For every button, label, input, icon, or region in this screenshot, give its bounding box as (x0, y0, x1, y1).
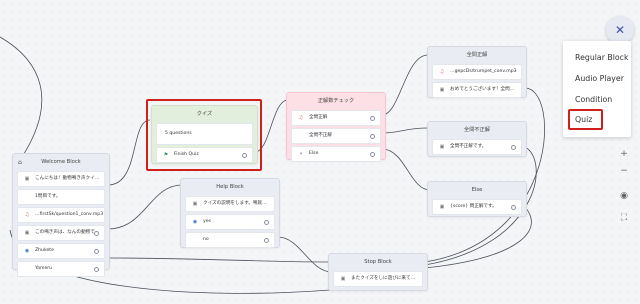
music-note-icon: ♫ (298, 115, 304, 121)
edge-allcorrect-stop (424, 87, 546, 263)
all-correct-row-audio[interactable]: ♫ …gepcDs/trumpet_conv.mp3 (432, 64, 522, 80)
condition-row-all-correct[interactable]: ♫ 全問正解 (291, 110, 381, 126)
all-correct-row-message[interactable]: ▣ おめでとうございます！全問… (432, 82, 522, 98)
view-button[interactable]: ◉ (617, 189, 631, 203)
chat-icon: ▣ (24, 230, 30, 236)
edge-left-in (0, 36, 43, 161)
user-icon: ◉ (24, 248, 30, 254)
edge-cond-allcorrect (381, 54, 429, 116)
welcome-row-text[interactable]: 1問目です。 (17, 189, 105, 205)
edge-cond-allwrong (381, 127, 429, 134)
music-note-icon: ♫ (439, 69, 445, 75)
output-port[interactable] (511, 145, 516, 150)
edge-cond-else (381, 148, 431, 191)
output-port[interactable] (511, 205, 516, 210)
welcome-row-message[interactable]: ▣ こんにちは！動物鳴き声クイ… (17, 171, 105, 187)
help-row-no[interactable]: no (185, 232, 275, 248)
condition-block-title: 正解数チェック (317, 98, 355, 104)
fit-screen-button[interactable]: ⛶ (617, 211, 631, 225)
close-button[interactable]: ✕ (606, 16, 634, 44)
home-icon: ⌂ (18, 159, 22, 166)
help-row-yes[interactable]: ◉ yes (185, 214, 275, 230)
help-row-message[interactable]: ▣ クイズの説明をします。鳴就… (185, 196, 275, 212)
all-wrong-row-message[interactable]: ▣ 全問不正解です。 (432, 139, 522, 155)
edge-welcome-help-1 (107, 184, 183, 230)
user-icon: ◉ (192, 219, 198, 225)
help-block[interactable]: Help Block ▣ クイズの説明をします。鳴就… ◉ yes no (180, 178, 280, 248)
chat-icon: ▣ (439, 144, 445, 150)
welcome-row-choice-1[interactable]: ◉ Zhukete (17, 243, 105, 259)
chat-icon: ▣ (192, 201, 198, 207)
eye-icon: ◉ (620, 191, 628, 201)
output-port[interactable] (370, 116, 375, 121)
output-port[interactable] (370, 152, 375, 157)
menu-item-condition[interactable]: Condition (575, 95, 612, 104)
all-correct-block[interactable]: 全問正解 ♫ …gepcDs/trumpet_conv.mp3 ▣ おめでとうござい… (427, 46, 527, 98)
else-block[interactable]: Else ▣ {score} 問正解です。 (427, 181, 527, 217)
minus-icon: − (620, 166, 628, 176)
welcome-row-question[interactable]: ▣ この鳴き声は、なんの動物で… (17, 225, 105, 241)
edge-welcome-stop (107, 257, 331, 263)
edge-welcome-quiz (107, 119, 151, 186)
fit-screen-icon: ⛶ (620, 213, 628, 223)
output-port[interactable] (370, 134, 375, 139)
plus-icon: + (620, 149, 628, 159)
edge-help-stop (277, 236, 333, 273)
menu-item-quiz-highlight (568, 109, 603, 130)
condition-row-else[interactable]: ⑂ Else (291, 146, 381, 162)
all-correct-block-title: 全問正解 (466, 52, 488, 58)
all-wrong-block[interactable]: 全問不正解 ▣ 全問不正解です。 (427, 121, 527, 157)
output-port[interactable] (264, 220, 269, 225)
else-block-title: Else (471, 187, 483, 193)
all-wrong-block-title: 全問不正解 (464, 127, 490, 133)
else-row-message[interactable]: ▣ {score} 問正解です。 (432, 199, 522, 215)
block-type-menu: Regular Block Audio Player Condition Qui… (563, 41, 631, 137)
welcome-row-choice-2[interactable]: Yameru (17, 261, 105, 277)
stop-block-title: Stop Block (364, 259, 392, 265)
stop-block[interactable]: Stop Block ▣ またクイズをしに遊びに来て… (328, 253, 428, 291)
menu-item-audio-player[interactable]: Audio Player (575, 74, 624, 83)
close-icon: ✕ (614, 23, 626, 37)
menu-item-regular-block[interactable]: Regular Block (575, 53, 628, 62)
help-block-title: Help Block (216, 184, 244, 190)
chat-icon: ▣ (439, 87, 445, 93)
welcome-block-title: ⌂ Welcome Block (13, 154, 109, 171)
chat-icon: ▣ (439, 204, 445, 210)
condition-block[interactable]: 正解数チェック ♫ 全問正解 全問不正解 ⑂ Else (286, 92, 386, 162)
output-port[interactable] (94, 231, 99, 236)
music-note-icon: ♫ (24, 212, 30, 218)
quiz-block-highlight (146, 99, 262, 171)
output-port[interactable] (94, 267, 99, 272)
welcome-row-audio[interactable]: ♫ …firstSk/question1_conv.mp3 (17, 207, 105, 223)
output-port[interactable] (94, 249, 99, 254)
stop-row-message[interactable]: ▣ またクイズをしに遊びに来て… (333, 271, 423, 287)
chat-icon: ▣ (340, 276, 346, 282)
zoom-in-button[interactable]: + (617, 147, 631, 161)
branch-icon: ⑂ (299, 151, 303, 157)
condition-row-all-wrong[interactable]: 全問不正解 (291, 128, 381, 144)
chat-icon: ▣ (24, 176, 30, 182)
welcome-block[interactable]: ⌂ Welcome Block ▣ こんにちは！動物鳴き声クイ… 1問目です。 ♫… (12, 153, 110, 277)
zoom-out-button[interactable]: − (617, 164, 631, 178)
output-port[interactable] (264, 238, 269, 243)
